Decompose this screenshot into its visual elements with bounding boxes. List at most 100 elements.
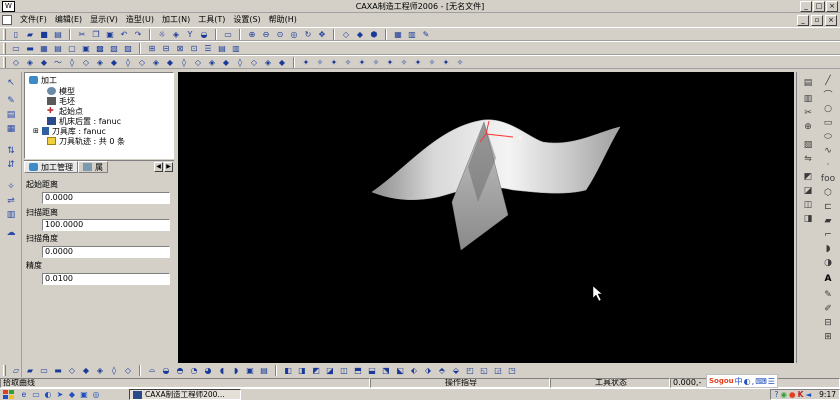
polygon-icon[interactable]: ⬡ — [821, 186, 835, 199]
zoom-in-icon[interactable]: ⊙ — [274, 29, 286, 40]
scan-icon[interactable]: ◇ — [80, 57, 92, 68]
feature-1-icon[interactable]: ◧ — [282, 365, 294, 376]
transform-icon[interactable]: ✧ — [4, 180, 18, 193]
extrude-surface-icon[interactable]: ▱ — [10, 365, 22, 376]
check-icon[interactable]: ⊠ — [174, 43, 186, 54]
rest-icon[interactable]: ◆ — [220, 57, 232, 68]
stitch-surface-icon[interactable]: ◔ — [188, 365, 200, 376]
shaded-icon[interactable]: ⬢ — [368, 29, 380, 40]
table-icon[interactable]: ▤ — [52, 43, 64, 54]
quicklaunch-7-icon[interactable]: ◎ — [90, 390, 102, 400]
path-edit-10-icon[interactable]: ✧ — [426, 57, 438, 68]
roughing-icon[interactable]: ◇ — [10, 57, 22, 68]
tray-k-icon[interactable]: K — [798, 390, 804, 399]
path-edit-11-icon[interactable]: ✦ — [440, 57, 452, 68]
path-edit-4-icon[interactable]: ✧ — [342, 57, 354, 68]
spline-icon[interactable]: ∿ — [821, 144, 835, 157]
path-edit-2-icon[interactable]: ✧ — [314, 57, 326, 68]
ime-width-icon[interactable]: , — [752, 377, 755, 386]
paste-icon[interactable]: ▣ — [104, 29, 116, 40]
document-icon[interactable] — [2, 15, 12, 25]
menu-help[interactable]: 帮助(H) — [265, 14, 301, 26]
sheet-icon[interactable]: ▤ — [216, 43, 228, 54]
menu-view[interactable]: 显示(V) — [86, 14, 122, 26]
loft-surface-icon[interactable]: ▬ — [52, 365, 64, 376]
desktop-icon[interactable]: ▭ — [30, 390, 42, 400]
sweep-surface-icon[interactable]: ◇ — [66, 365, 78, 376]
drill-icon[interactable]: ◇ — [248, 57, 260, 68]
zoom-window-icon[interactable]: ⊕ — [246, 29, 258, 40]
surface-tool-3-icon[interactable]: ◫ — [801, 198, 815, 211]
surface-icon[interactable]: ◈ — [262, 57, 274, 68]
profile-icon[interactable]: ◈ — [150, 57, 162, 68]
feature-tree-icon[interactable]: ▤ — [4, 108, 18, 121]
layer-icon[interactable]: ◈ — [170, 29, 182, 40]
trim-surface-icon[interactable]: ◒ — [160, 365, 172, 376]
blend-surface-icon[interactable]: ◇ — [122, 365, 134, 376]
feature-7-icon[interactable]: ⬓ — [366, 365, 378, 376]
path-edit-12-icon[interactable]: ✧ — [454, 57, 466, 68]
tab-machining-manager[interactable]: 加工管理 — [24, 161, 78, 173]
cross-section-icon[interactable]: ◗ — [230, 365, 242, 376]
redo-icon[interactable]: ↷ — [132, 29, 144, 40]
feature-5-icon[interactable]: ◫ — [338, 365, 350, 376]
combine-icon[interactable]: ⊟ — [821, 316, 835, 329]
tab-scroll-left-icon[interactable]: ◀ — [154, 162, 163, 172]
pencil-cut-icon[interactable]: ◊ — [178, 57, 190, 68]
circle-icon[interactable]: ○ — [821, 102, 835, 115]
path-edit-6-icon[interactable]: ✧ — [370, 57, 382, 68]
area-icon[interactable]: ◆ — [38, 57, 50, 68]
ellipse-icon[interactable]: ⬭ — [821, 130, 835, 143]
mesh-surface-icon[interactable]: ◈ — [94, 365, 106, 376]
pocket-icon[interactable]: ◇ — [136, 57, 148, 68]
panel-icon[interactable]: ▣ — [80, 43, 92, 54]
feature-14-icon[interactable]: ◰ — [464, 365, 476, 376]
point-icon[interactable]: · — [821, 158, 835, 171]
frame-icon[interactable]: ▢ — [66, 43, 78, 54]
hole-icon[interactable]: ◆ — [164, 57, 176, 68]
precision-input[interactable]: 0.0100 — [42, 273, 170, 285]
tray-help-icon[interactable]: ? — [774, 390, 778, 399]
copy-icon[interactable]: ❐ — [90, 29, 102, 40]
path-edit-7-icon[interactable]: ✦ — [384, 57, 396, 68]
light-icon[interactable]: ☼ — [156, 29, 168, 40]
chamfer-icon[interactable]: ◗ — [821, 242, 835, 255]
feature-8-icon[interactable]: ⬔ — [380, 365, 392, 376]
block-icon[interactable]: ▩ — [94, 43, 106, 54]
pencil-icon[interactable]: ✎ — [420, 29, 432, 40]
equidistant-icon[interactable]: ⊏ — [821, 200, 835, 213]
curve-icon[interactable]: ◆ — [276, 57, 288, 68]
feature-15-icon[interactable]: ◱ — [478, 365, 490, 376]
ime-toolbar[interactable]: Sogou 中 ◐ , ⌨ ☰ — [706, 374, 778, 388]
path-edit-9-icon[interactable]: ✦ — [412, 57, 424, 68]
menu-machining[interactable]: 加工(N) — [158, 14, 194, 26]
minimize-button[interactable]: _ — [800, 1, 812, 12]
tray-security-icon[interactable]: ● — [789, 390, 796, 399]
cloud-icon[interactable]: ☁ — [4, 226, 18, 239]
menu-tools[interactable]: 工具(T) — [194, 14, 229, 26]
surface-tool-1-icon[interactable]: ◩ — [801, 170, 815, 183]
edit-path-icon[interactable]: ⊟ — [160, 43, 172, 54]
feature-10-icon[interactable]: ⬖ — [408, 365, 420, 376]
mirror-curve-icon[interactable]: ◑ — [821, 256, 835, 269]
curve-edit-icon[interactable]: ▥ — [801, 92, 815, 105]
feature-2-icon[interactable]: ◨ — [296, 365, 308, 376]
finish-icon[interactable]: ◆ — [108, 57, 120, 68]
tray-network-icon[interactable]: ◉ — [780, 390, 787, 399]
tree-item-toollib[interactable]: ⊞ 刀具库 : fanuc — [33, 126, 106, 136]
open-folder-icon[interactable]: ▰ — [24, 29, 36, 40]
offset-surface-icon[interactable]: ◊ — [108, 365, 120, 376]
scan-angle-input[interactable]: 0.0000 — [42, 246, 170, 258]
doc-close-button[interactable]: × — [825, 14, 837, 26]
constraint-icon[interactable]: ⇵ — [4, 158, 18, 171]
tree-item-post[interactable]: 机床后置 : fanuc — [47, 116, 121, 126]
tree-root[interactable]: 加工 — [29, 75, 57, 85]
surface-tool-4-icon[interactable]: ◨ — [801, 212, 815, 225]
tab-scroll-right-icon[interactable]: ▶ — [164, 162, 173, 172]
flange-surface-icon[interactable]: ◖ — [216, 365, 228, 376]
quicklaunch-5-icon[interactable]: ◆ — [66, 390, 78, 400]
undo-icon[interactable]: ↶ — [118, 29, 130, 40]
extend-surface-icon[interactable]: ◓ — [174, 365, 186, 376]
tray-volume-icon[interactable]: ◄ — [805, 390, 811, 399]
task-caxa[interactable]: CAXA制造工程师200... — [129, 389, 241, 400]
